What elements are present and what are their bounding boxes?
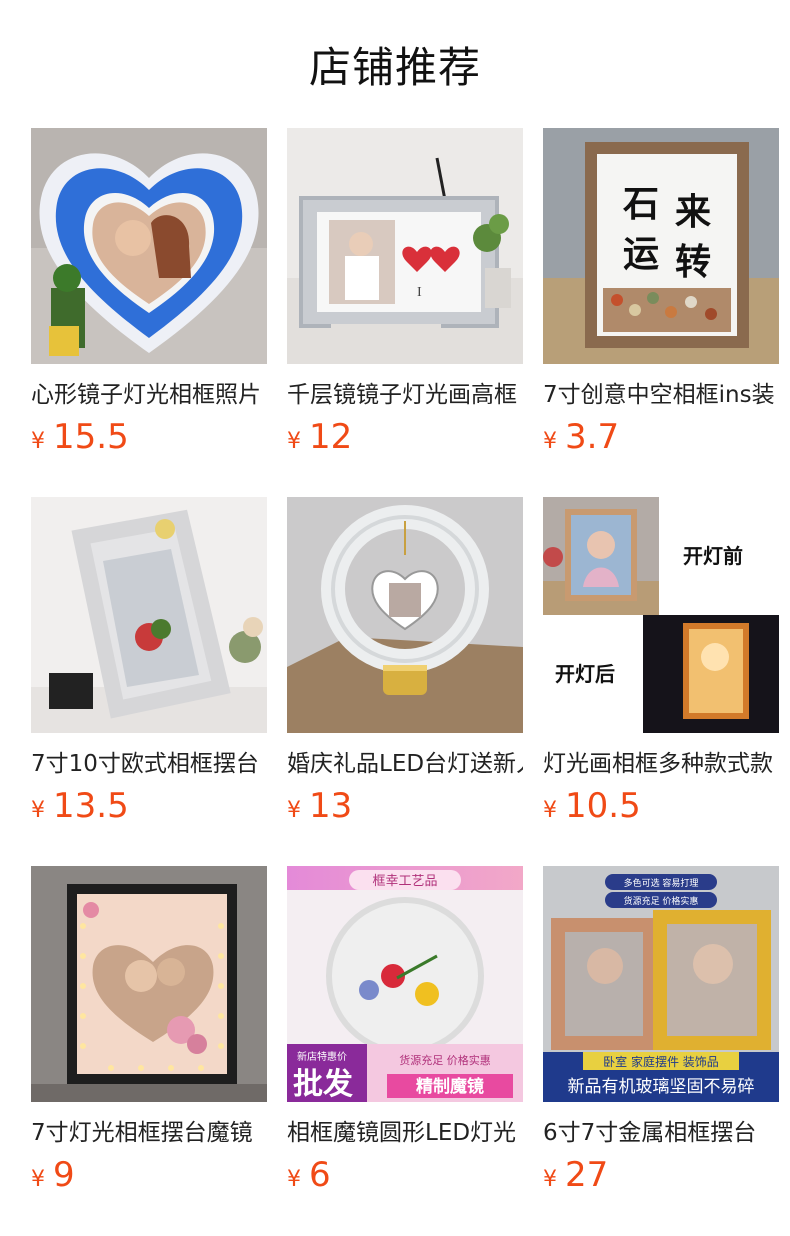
currency-symbol: ¥ <box>543 429 557 454</box>
price-value: 6 <box>309 1155 331 1195</box>
image-text: 运 <box>623 233 659 275</box>
product-price: ¥13 <box>287 786 352 826</box>
led-heart-frame-photo[interactable] <box>31 866 267 1102</box>
image-text: 货源充足 价格实惠 <box>624 895 699 907</box>
product-name[interactable]: 千层镜镜子灯光画高框 <box>287 380 523 410</box>
product-price: ¥13.5 <box>31 786 129 826</box>
currency-symbol: ¥ <box>543 1167 557 1192</box>
product-price: ¥15.5 <box>31 417 129 457</box>
svg-text:I: I <box>417 285 422 300</box>
price-value: 13 <box>309 786 353 826</box>
product-card[interactable]: 框幸工艺品 新店特惠价 批发 货源充足 价格实惠 精制魔镜 相框魔镜圆形LED灯… <box>287 866 523 1206</box>
image-text: 开灯前 <box>683 544 743 568</box>
currency-symbol: ¥ <box>287 798 301 823</box>
product-name[interactable]: 6寸7寸金属相框摆台 <box>543 1118 779 1148</box>
product-card[interactable]: 石 来 运 转 7寸创意中空相框ins装 ¥3.7 <box>543 128 779 468</box>
image-text: 货源充足 价格实惠 <box>399 1053 491 1067</box>
price-value: 12 <box>309 417 353 457</box>
price-value: 10.5 <box>565 786 641 826</box>
currency-symbol: ¥ <box>287 429 301 454</box>
product-price: ¥9 <box>31 1155 75 1195</box>
image-text: 卧室 家庭摆件 装饰品 <box>603 1054 719 1069</box>
product-price: ¥3.7 <box>543 417 619 457</box>
image-text: 批发 <box>293 1067 353 1102</box>
product-name[interactable]: 7寸灯光相框摆台魔镜 <box>31 1118 267 1148</box>
product-card[interactable]: 多色可选 容易打理 货源充足 价格实惠 卧室 家庭摆件 装饰品 新品有机玻璃坚固… <box>543 866 779 1206</box>
image-text: 石 <box>623 183 659 225</box>
price-value: 9 <box>53 1155 75 1195</box>
mirror-light-frame-photo[interactable]: I <box>287 128 523 364</box>
pearl-frame-photo[interactable] <box>31 497 267 733</box>
price-value: 3.7 <box>565 417 620 457</box>
page-title: 店铺推荐 <box>308 43 481 92</box>
currency-symbol: ¥ <box>31 429 45 454</box>
product-name[interactable]: 心形镜子灯光相框照片 <box>31 380 267 410</box>
product-name[interactable]: 7寸10寸欧式相框摆台 <box>31 749 267 779</box>
currency-symbol: ¥ <box>287 1167 301 1192</box>
price-value: 13.5 <box>53 786 129 826</box>
product-price: ¥12 <box>287 417 352 457</box>
product-card[interactable]: 心形镜子灯光相框照片 ¥15.5 <box>31 128 267 468</box>
product-card[interactable]: 开灯前 开灯后 灯光画相框多种款式款 ¥10.5 <box>543 497 779 837</box>
image-text: 新品有机玻璃坚固不易碎 <box>568 1077 755 1097</box>
product-name[interactable]: 7寸创意中空相框ins装 <box>543 380 779 410</box>
product-price: ¥6 <box>287 1155 331 1195</box>
product-name[interactable]: 婚庆礼品LED台灯送新人 <box>287 749 523 779</box>
product-card[interactable]: 婚庆礼品LED台灯送新人 ¥13 <box>287 497 523 837</box>
product-name[interactable]: 灯光画相框多种款式款 <box>543 749 779 779</box>
product-card[interactable]: 7寸10寸欧式相框摆台 ¥13.5 <box>31 497 267 837</box>
product-price: ¥27 <box>543 1155 608 1195</box>
image-text: 来 <box>675 191 711 233</box>
currency-symbol: ¥ <box>31 1167 45 1192</box>
currency-symbol: ¥ <box>31 798 45 823</box>
heart-frame-photo[interactable] <box>31 128 267 364</box>
led-ring-lamp-photo[interactable] <box>287 497 523 733</box>
product-card[interactable]: 7寸灯光相框摆台魔镜 ¥9 <box>31 866 267 1206</box>
round-magic-mirror-photo[interactable]: 框幸工艺品 新店特惠价 批发 货源充足 价格实惠 精制魔镜 <box>287 866 523 1102</box>
image-text: 新店特惠价 <box>297 1050 347 1063</box>
metal-frame-photo[interactable]: 多色可选 容易打理 货源充足 价格实惠 卧室 家庭摆件 装饰品 新品有机玻璃坚固… <box>543 866 779 1102</box>
image-text: 转 <box>675 241 711 283</box>
hollow-frame-photo[interactable]: 石 来 运 转 <box>543 128 779 364</box>
image-text: 开灯后 <box>555 662 615 686</box>
light-painting-frame-photo[interactable]: 开灯前 开灯后 <box>543 497 779 733</box>
currency-symbol: ¥ <box>543 798 557 823</box>
price-value: 15.5 <box>53 417 129 457</box>
product-name[interactable]: 相框魔镜圆形LED灯光 <box>287 1118 523 1148</box>
product-card[interactable]: I 千层镜镜子灯光画高框 ¥12 <box>287 128 523 468</box>
image-text: 精制魔镜 <box>416 1076 484 1097</box>
price-value: 27 <box>565 1155 609 1195</box>
image-text: 多色可选 容易打理 <box>624 877 699 889</box>
product-price: ¥10.5 <box>543 786 641 826</box>
image-text: 框幸工艺品 <box>372 874 437 889</box>
